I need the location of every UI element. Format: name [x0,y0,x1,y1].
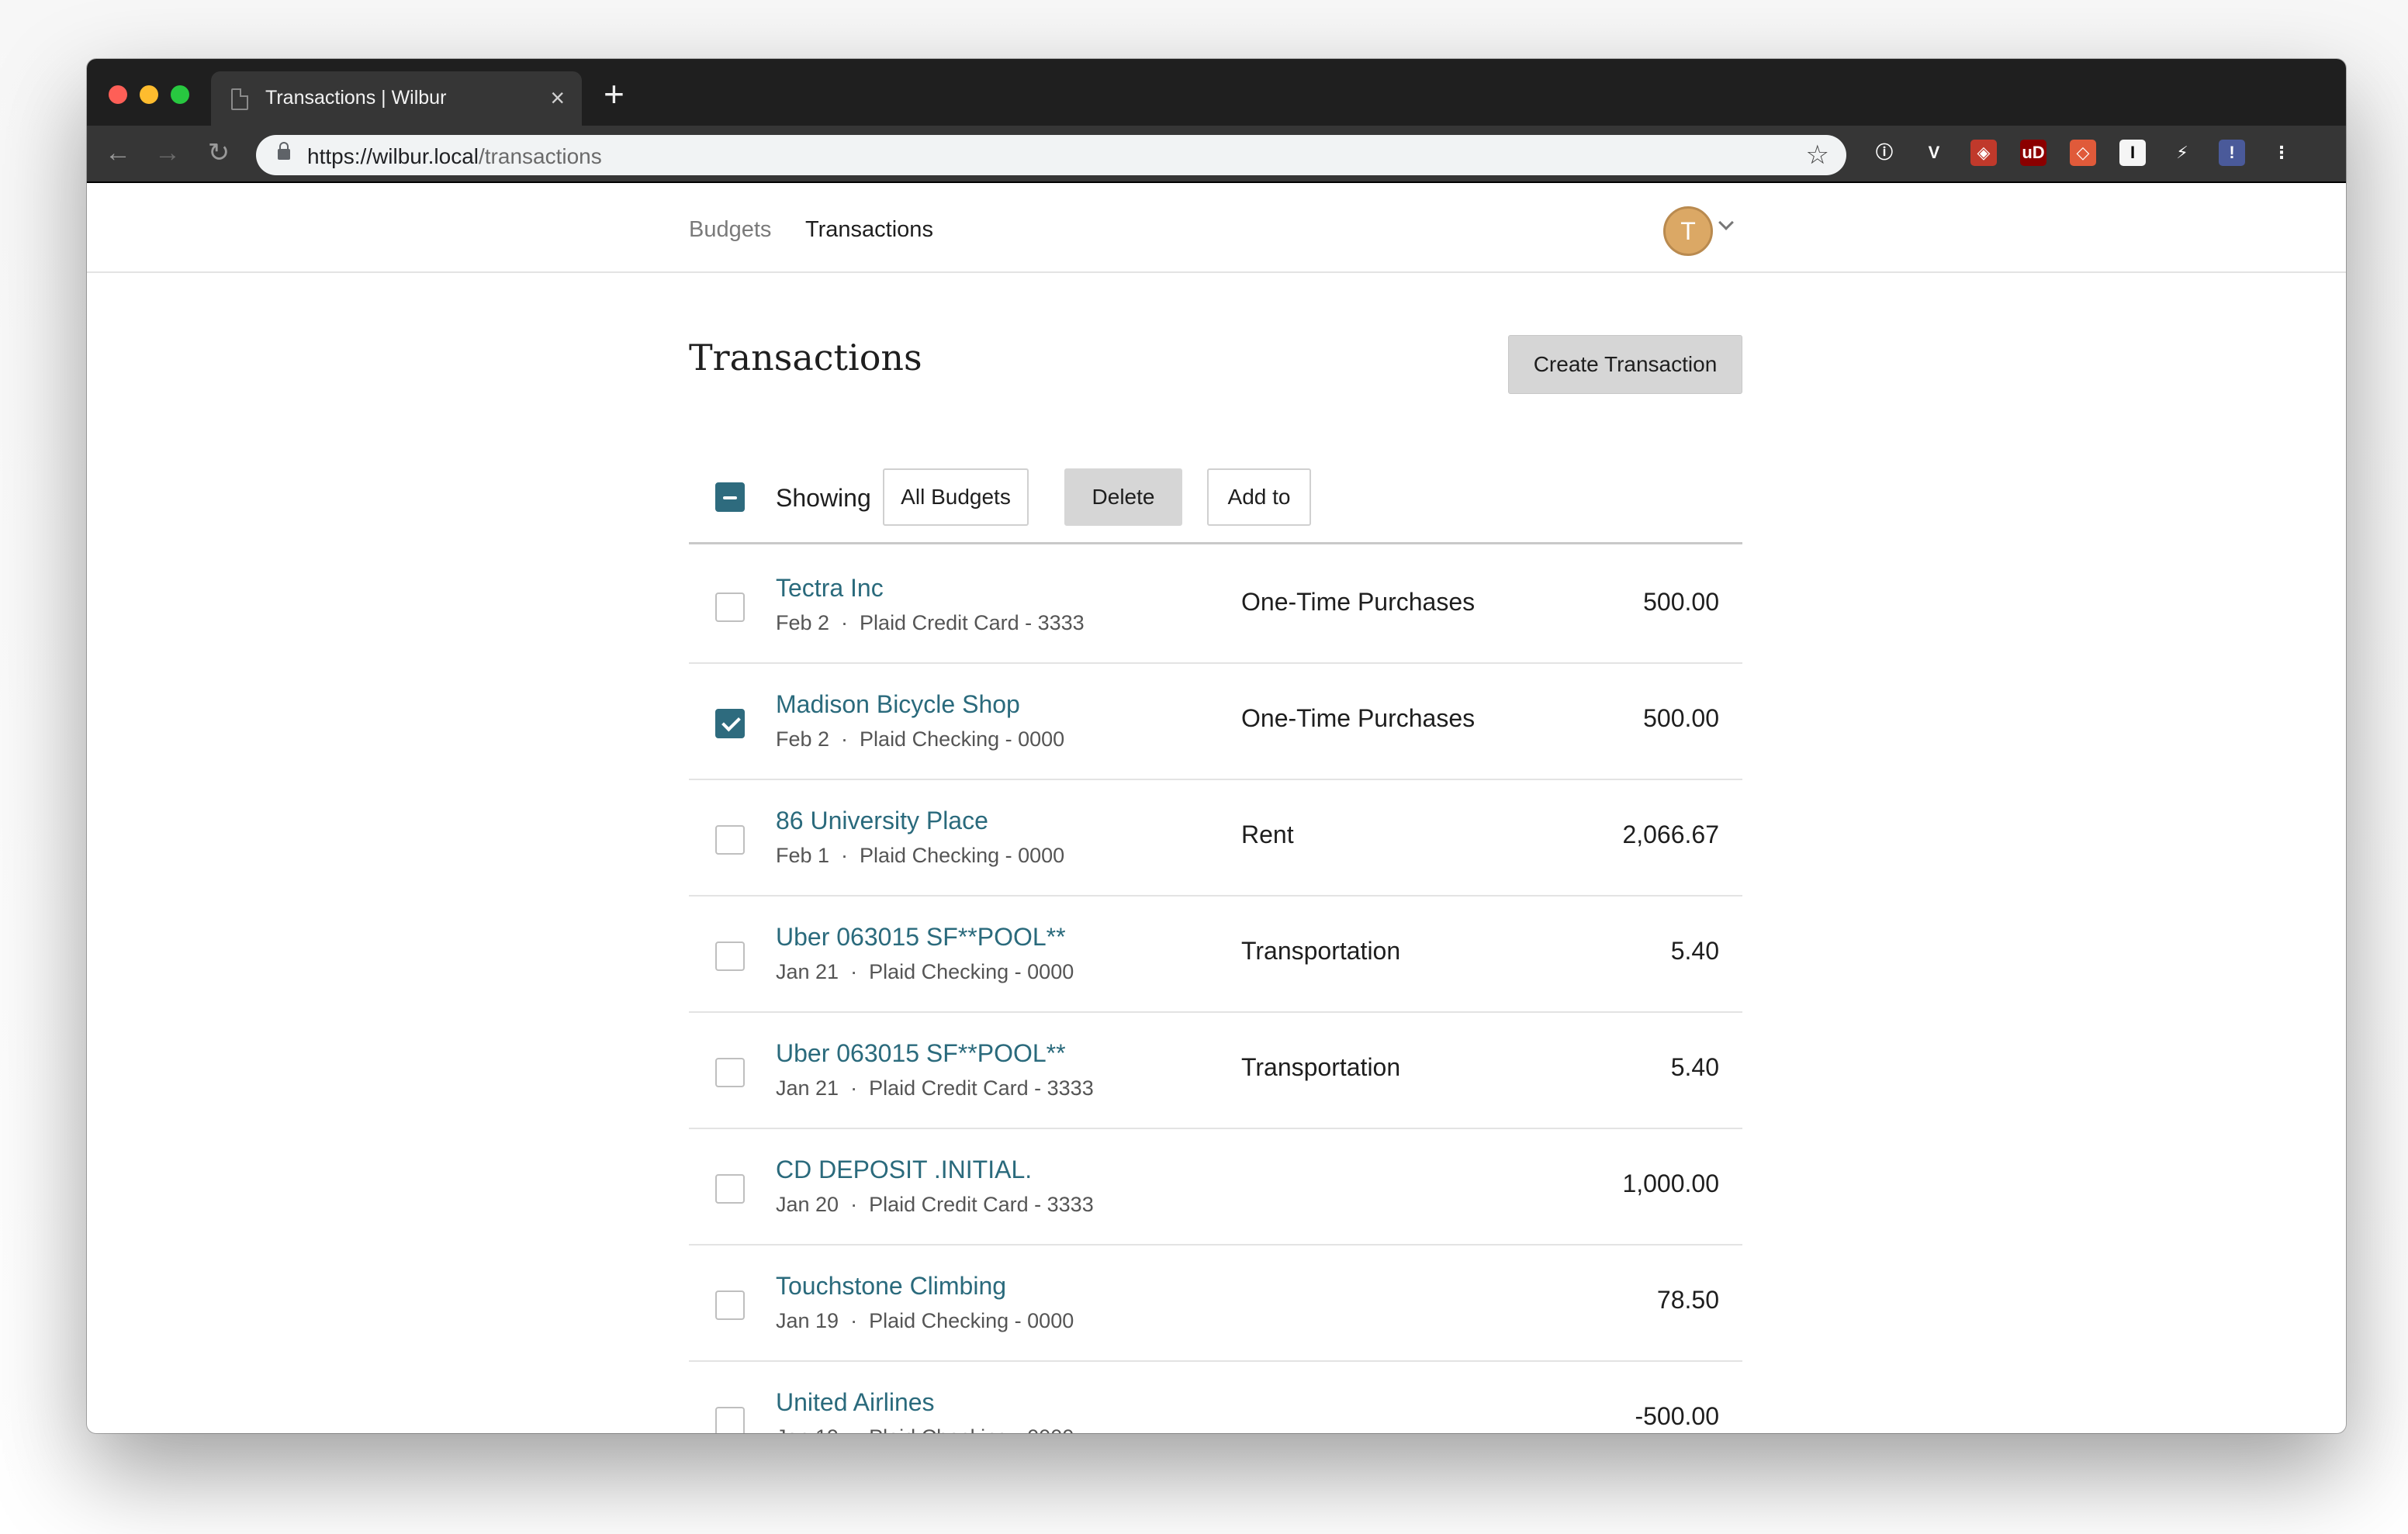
maximize-window-button[interactable] [171,85,189,104]
app-header: Budgets Transactions T [87,183,2346,273]
amount-value: 1,000.00 [1622,1170,1719,1197]
tab-title: Transactions | Wilbur [265,87,447,109]
transaction-row[interactable]: CD DEPOSIT .INITIAL. Jan 20 · Plaid Credi… [689,1129,1742,1246]
budget-label: One-Time Purchases [1241,588,1476,616]
payee-link[interactable]: Uber 063015 SF**POOL** [776,923,1066,952]
transaction-meta: Jan 21 · Plaid Checking - 0000 [776,960,1074,983]
minimize-window-button[interactable] [140,85,158,104]
transaction-meta: Jan 21 · Plaid Credit Card - 3333 [776,1076,1094,1100]
payee-link[interactable]: Touchstone Climbing [776,1272,1006,1301]
row-checkbox[interactable] [715,825,745,855]
nav-budgets-link[interactable]: Budgets [689,217,771,243]
bolt-extension-icon[interactable]: ⚡ [2169,140,2195,166]
ublock-extension-icon[interactable]: uD [2020,140,2046,166]
transaction-row[interactable]: 86 University Place Feb 1 · Plaid Checkin… [689,780,1742,897]
browser-window: Transactions | Wilbur × + ← → ↻ https://… [87,59,2346,1433]
privacy-extension-icon[interactable]: ◇ [2070,140,2096,166]
row-checkbox[interactable] [715,709,745,738]
url-path: /transactions [479,144,602,168]
amount-value: 500.00 [1643,704,1719,732]
amount-value: -500.00 [1635,1402,1719,1430]
create-transaction-button[interactable]: Create Transaction [1508,335,1742,394]
transaction-meta: Jan 20 · Plaid Credit Card - 3333 [776,1193,1094,1216]
amount-value: 5.40 [1670,1053,1719,1081]
transaction-meta: Jan 19 · Plaid Checking - 0000 [776,1425,1074,1433]
lock-icon [278,142,290,160]
profile-extension-icon[interactable]: ! [2219,140,2245,166]
back-arrow-icon[interactable]: ← [102,136,133,169]
instapaper-extension-icon[interactable]: I [2119,140,2146,166]
close-window-button[interactable] [109,85,127,104]
delete-button[interactable]: Delete [1064,468,1182,526]
menu-kebab-icon[interactable]: ⋮ [2268,140,2295,166]
page-icon [231,88,248,110]
tab-strip: Transactions | Wilbur × + [87,59,2346,127]
amount-value: 2,066.67 [1622,821,1719,848]
transaction-row[interactable]: Madison Bicycle Shop Feb 2 · Plaid Checki… [689,664,1742,780]
tab-close-icon[interactable]: × [550,82,565,113]
payee-link[interactable]: Tectra Inc [776,574,884,603]
payee-link[interactable]: United Airlines [776,1388,935,1417]
url-host: https://wilbur.local [307,144,479,168]
row-checkbox[interactable] [715,941,745,971]
amount-value: 500.00 [1643,588,1719,616]
transaction-meta: Feb 2 · Plaid Credit Card - 3333 [776,611,1085,634]
transaction-meta: Feb 2 · Plaid Checking - 0000 [776,727,1065,751]
info-extension-icon[interactable]: ⓘ [1871,140,1898,166]
transaction-row[interactable]: Uber 063015 SF**POOL** Jan 21 · Plaid Che… [689,897,1742,1013]
chevron-down-icon[interactable] [1718,215,1734,230]
payee-link[interactable]: Uber 063015 SF**POOL** [776,1039,1066,1068]
forward-arrow-icon[interactable]: → [152,136,183,169]
add-to-button[interactable]: Add to [1207,468,1311,526]
pattern-extension-icon[interactable]: ◈ [1970,140,1997,166]
row-checkbox[interactable] [715,1174,745,1204]
transaction-row[interactable]: Touchstone Climbing Jan 19 · Plaid Checki… [689,1246,1742,1362]
row-checkbox[interactable] [715,1407,745,1433]
transaction-row[interactable]: Uber 063015 SF**POOL** Jan 21 · Plaid Cre… [689,1013,1742,1129]
row-checkbox[interactable] [715,1290,745,1320]
url-text[interactable]: https://wilbur.local/transactions [307,144,602,169]
browser-toolbar: ← → ↻ https://wilbur.local/transactions … [87,126,2346,183]
amount-value: 78.50 [1656,1286,1719,1314]
payee-link[interactable]: Madison Bicycle Shop [776,690,1020,719]
budget-label: Transportation [1241,1053,1401,1081]
user-avatar[interactable]: T [1663,206,1713,256]
new-tab-button[interactable]: + [604,74,624,113]
budget-label: One-Time Purchases [1241,704,1476,732]
bookmark-star-icon[interactable]: ☆ [1806,140,1829,171]
bulk-actions-bar: Showing All Budgets Delete Add to [689,468,1742,544]
transaction-meta: Jan 19 · Plaid Checking - 0000 [776,1309,1074,1332]
budget-label: Transportation [1241,937,1401,965]
row-checkbox[interactable] [715,1058,745,1087]
transaction-meta: Feb 1 · Plaid Checking - 0000 [776,844,1065,867]
showing-label: Showing [776,484,871,512]
row-checkbox[interactable] [715,593,745,622]
budget-label: Rent [1241,821,1294,848]
page-title: Transactions [689,337,922,378]
amount-value: 5.40 [1670,937,1719,965]
vimium-extension-icon[interactable]: V [1921,140,1947,166]
payee-link[interactable]: CD DEPOSIT .INITIAL. [776,1156,1032,1184]
address-bar[interactable]: https://wilbur.local/transactions ☆ [256,135,1846,175]
nav-transactions-link[interactable]: Transactions [805,217,933,243]
budget-filter-button[interactable]: All Budgets [883,468,1029,526]
transaction-row[interactable]: Tectra Inc Feb 2 · Plaid Credit Card - 33… [689,548,1742,664]
reload-icon[interactable]: ↻ [203,136,234,169]
transactions-list: Tectra Inc Feb 2 · Plaid Credit Card - 33… [689,548,1742,1433]
browser-tab[interactable]: Transactions | Wilbur × [211,71,582,127]
payee-link[interactable]: 86 University Place [776,807,988,835]
transaction-row[interactable]: United Airlines Jan 19 · Plaid Checking -… [689,1362,1742,1433]
select-all-checkbox[interactable] [715,482,745,512]
